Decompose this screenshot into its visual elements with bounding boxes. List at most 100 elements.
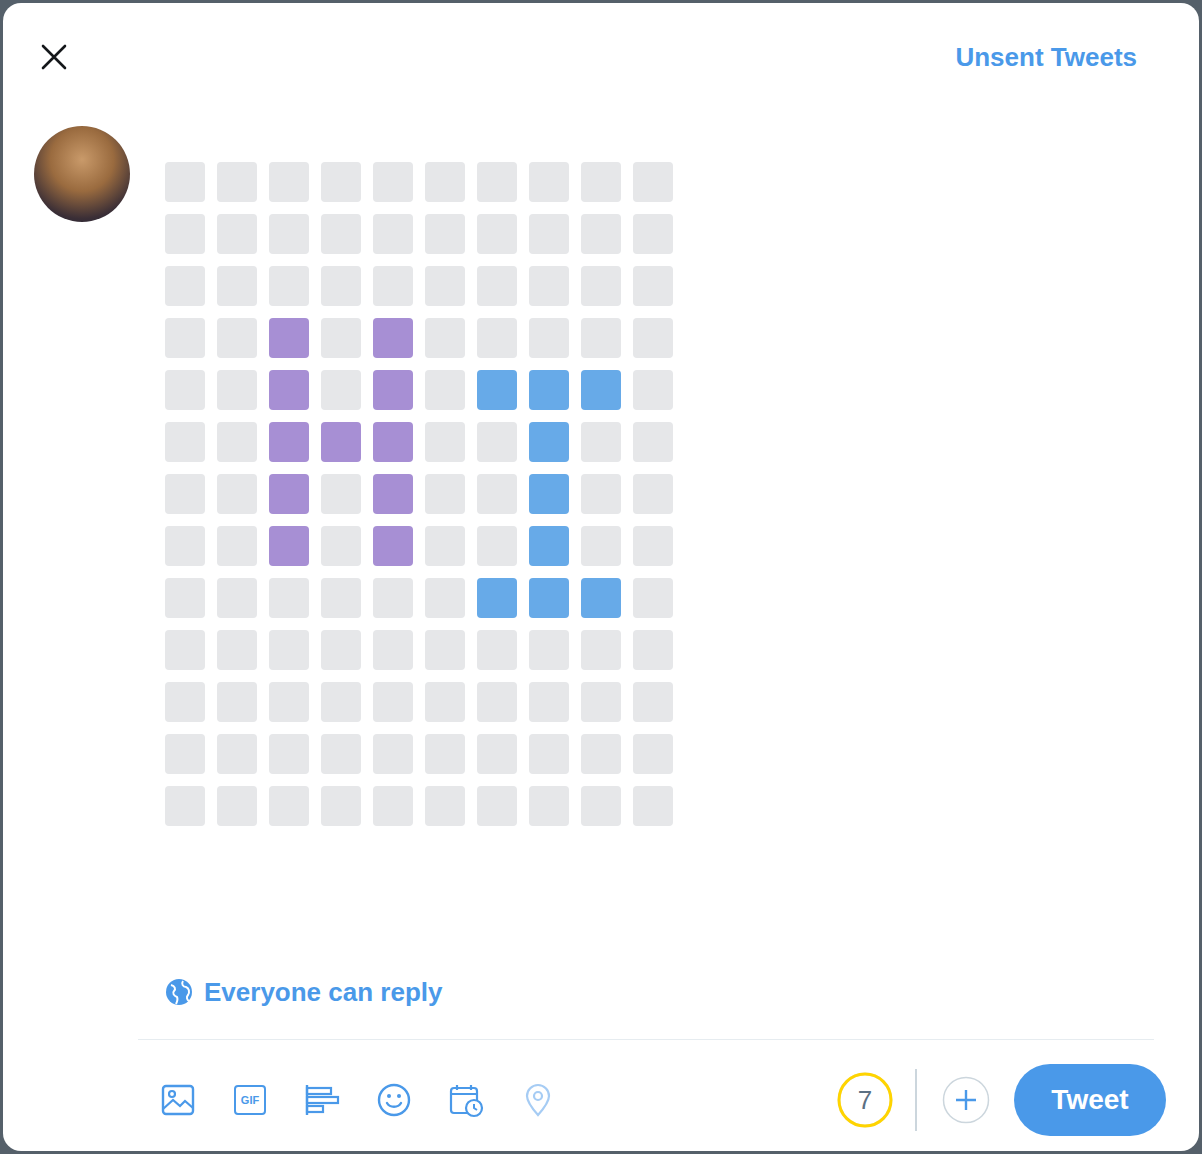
compose-actions: 7Tweet bbox=[836, 1064, 1166, 1136]
square-emoji bbox=[321, 734, 361, 774]
square-emoji bbox=[373, 682, 413, 722]
emoji-row bbox=[165, 162, 1199, 202]
emoji-row bbox=[165, 578, 1199, 618]
square-emoji bbox=[581, 474, 621, 514]
reply-setting[interactable]: Everyone can reply bbox=[165, 975, 1199, 1009]
tweet-text[interactable] bbox=[165, 162, 1199, 826]
square-emoji bbox=[633, 630, 673, 670]
square-emoji bbox=[425, 266, 465, 306]
avatar-photo bbox=[34, 126, 130, 222]
square-emoji bbox=[321, 526, 361, 566]
square-emoji bbox=[165, 474, 205, 514]
square-emoji bbox=[269, 318, 309, 358]
square-emoji bbox=[217, 162, 257, 202]
square-emoji bbox=[633, 266, 673, 306]
square-emoji bbox=[477, 526, 517, 566]
schedule-icon[interactable] bbox=[448, 1082, 484, 1118]
square-emoji bbox=[269, 630, 309, 670]
square-emoji bbox=[633, 474, 673, 514]
square-emoji bbox=[529, 370, 569, 410]
add-tweet-icon[interactable] bbox=[942, 1076, 990, 1124]
square-emoji bbox=[477, 630, 517, 670]
square-emoji bbox=[425, 734, 465, 774]
square-emoji bbox=[581, 734, 621, 774]
square-emoji bbox=[477, 266, 517, 306]
square-emoji bbox=[633, 318, 673, 358]
emoji-row bbox=[165, 266, 1199, 306]
square-emoji bbox=[633, 214, 673, 254]
square-emoji bbox=[217, 578, 257, 618]
emoji-row bbox=[165, 734, 1199, 774]
square-emoji bbox=[425, 578, 465, 618]
square-emoji bbox=[217, 318, 257, 358]
square-emoji bbox=[373, 266, 413, 306]
emoji-icon[interactable] bbox=[376, 1082, 412, 1118]
square-emoji bbox=[373, 422, 413, 462]
square-emoji bbox=[425, 526, 465, 566]
square-emoji bbox=[477, 422, 517, 462]
emoji-row bbox=[165, 214, 1199, 254]
emoji-row bbox=[165, 630, 1199, 670]
square-emoji bbox=[321, 682, 361, 722]
gif-button[interactable]: GIF bbox=[234, 1085, 266, 1115]
square-emoji bbox=[529, 786, 569, 826]
square-emoji bbox=[269, 578, 309, 618]
square-emoji bbox=[633, 682, 673, 722]
location-icon[interactable] bbox=[520, 1082, 556, 1118]
dialog-header: Unsent Tweets bbox=[3, 3, 1199, 111]
square-emoji bbox=[529, 474, 569, 514]
square-emoji bbox=[633, 422, 673, 462]
square-emoji bbox=[477, 734, 517, 774]
unsent-tweets-link[interactable]: Unsent Tweets bbox=[955, 42, 1137, 73]
emoji-row bbox=[165, 422, 1199, 462]
square-emoji bbox=[165, 162, 205, 202]
reply-setting-label: Everyone can reply bbox=[204, 977, 442, 1008]
square-emoji bbox=[373, 474, 413, 514]
square-emoji bbox=[373, 214, 413, 254]
tweet-button[interactable]: Tweet bbox=[1014, 1064, 1166, 1136]
square-emoji bbox=[321, 422, 361, 462]
square-emoji bbox=[321, 474, 361, 514]
square-emoji bbox=[373, 630, 413, 670]
square-emoji bbox=[477, 370, 517, 410]
emoji-row bbox=[165, 682, 1199, 722]
square-emoji bbox=[217, 370, 257, 410]
emoji-row bbox=[165, 370, 1199, 410]
square-emoji bbox=[269, 162, 309, 202]
square-emoji bbox=[581, 526, 621, 566]
square-emoji bbox=[373, 734, 413, 774]
square-emoji bbox=[269, 266, 309, 306]
square-emoji bbox=[269, 526, 309, 566]
close-icon[interactable] bbox=[40, 43, 68, 71]
square-emoji bbox=[165, 370, 205, 410]
square-emoji bbox=[321, 578, 361, 618]
square-emoji bbox=[633, 578, 673, 618]
compose-area: Everyone can reply bbox=[3, 111, 1199, 1039]
square-emoji bbox=[529, 734, 569, 774]
square-emoji bbox=[217, 786, 257, 826]
globe-icon bbox=[165, 978, 193, 1006]
emoji-row bbox=[165, 526, 1199, 566]
square-emoji bbox=[529, 526, 569, 566]
square-emoji bbox=[321, 370, 361, 410]
square-emoji bbox=[321, 162, 361, 202]
square-emoji bbox=[477, 474, 517, 514]
square-emoji bbox=[269, 214, 309, 254]
poll-icon[interactable] bbox=[304, 1082, 340, 1118]
square-emoji bbox=[477, 578, 517, 618]
emoji-row bbox=[165, 318, 1199, 358]
square-emoji bbox=[633, 162, 673, 202]
square-emoji bbox=[581, 266, 621, 306]
image-icon[interactable] bbox=[160, 1082, 196, 1118]
square-emoji bbox=[581, 682, 621, 722]
square-emoji bbox=[633, 786, 673, 826]
square-emoji bbox=[581, 214, 621, 254]
square-emoji bbox=[217, 526, 257, 566]
square-emoji bbox=[217, 682, 257, 722]
square-emoji bbox=[633, 370, 673, 410]
square-emoji bbox=[529, 318, 569, 358]
square-emoji bbox=[165, 422, 205, 462]
square-emoji bbox=[581, 162, 621, 202]
square-emoji bbox=[373, 162, 413, 202]
square-emoji bbox=[477, 214, 517, 254]
